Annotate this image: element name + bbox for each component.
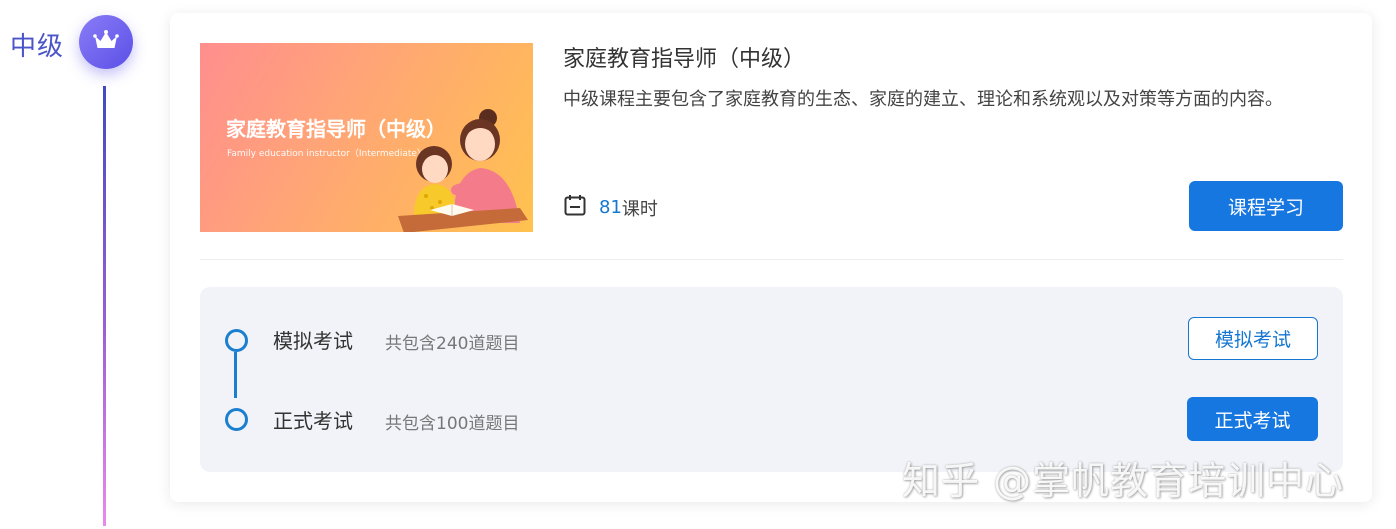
formal-exam-title: 正式考试 (273, 409, 353, 433)
level-label: 中级 (10, 32, 65, 62)
course-cover-image[interactable]: 家庭教育指导师（中级） Family education instructor（… (200, 43, 533, 232)
exam-step-connector (234, 352, 237, 398)
course-study-button[interactable]: 课程学习 (1189, 181, 1343, 231)
formal-exam-count: 共包含100道题目 (385, 414, 520, 434)
exam-step-dot (225, 329, 248, 352)
hours-unit: 课时 (621, 198, 658, 220)
course-description: 中级课程主要包含了家庭教育的生态、家庭的建立、理论和系统观以及对策等方面的内容。 (563, 89, 1283, 110)
divider (200, 259, 1343, 260)
watermark: 知乎 @掌帆教育培训中心 (902, 459, 1345, 503)
exam-step-dot (225, 408, 248, 431)
calendar-icon (563, 193, 587, 222)
formal-exam-button[interactable]: 正式考试 (1187, 397, 1318, 441)
mock-exam-count: 共包含240道题目 (385, 334, 520, 354)
mock-exam-title: 模拟考试 (273, 329, 353, 353)
timeline-line (103, 86, 106, 526)
course-card: 家庭教育指导师（中级） Family education instructor（… (170, 13, 1372, 502)
hours-value: 81 (599, 197, 622, 218)
crown-icon (93, 29, 119, 55)
exam-panel: 模拟考试 共包含240道题目 模拟考试 正式考试 共包含100道题目 正式考试 (200, 287, 1343, 472)
mock-exam-button[interactable]: 模拟考试 (1188, 317, 1318, 360)
level-badge (79, 15, 133, 69)
cover-illustration (398, 109, 528, 232)
course-hours: 81 课时 (563, 193, 658, 222)
course-title: 家庭教育指导师（中级） (563, 47, 806, 72)
